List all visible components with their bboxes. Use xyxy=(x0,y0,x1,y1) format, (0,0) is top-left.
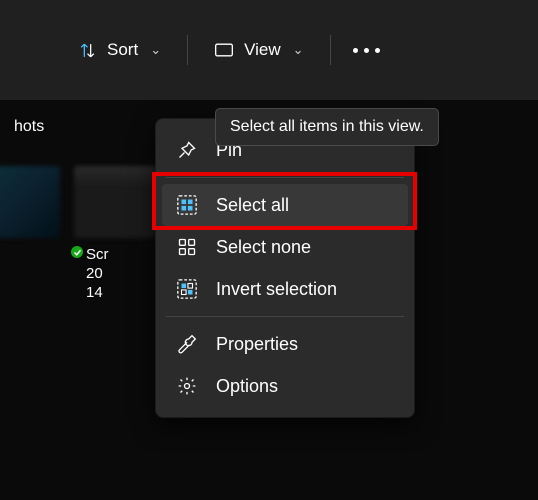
thumbnail-image xyxy=(0,166,60,238)
invert-selection-icon xyxy=(176,278,198,300)
select-none-icon xyxy=(176,236,198,258)
view-icon xyxy=(214,42,234,58)
toolbar-divider xyxy=(330,35,331,65)
toolbar: Sort ⌄ View ⌄ xyxy=(0,0,538,100)
sync-status-icon xyxy=(69,244,85,260)
context-menu: Pin Select all Select none xyxy=(155,118,415,418)
menu-item-select-none[interactable]: Select none xyxy=(162,226,408,268)
thumbnail-image xyxy=(74,166,164,238)
menu-separator xyxy=(166,316,404,317)
menu-separator xyxy=(166,177,404,178)
gear-icon xyxy=(176,375,198,397)
chevron-down-icon: ⌄ xyxy=(150,42,161,58)
more-button[interactable] xyxy=(339,40,394,61)
file-thumbnail[interactable]: Scr 20 14 xyxy=(74,166,164,302)
view-label: View xyxy=(244,40,281,60)
thumbnail-line3: 14 xyxy=(86,284,164,303)
menu-item-invert-selection[interactable]: Invert selection xyxy=(162,268,408,310)
menu-item-label: Properties xyxy=(216,334,298,355)
pin-icon xyxy=(176,139,198,161)
menu-item-label: Options xyxy=(216,376,278,397)
menu-item-properties[interactable]: Properties xyxy=(162,323,408,365)
dot-icon xyxy=(375,48,380,53)
select-all-icon xyxy=(176,194,198,216)
menu-item-select-all[interactable]: Select all xyxy=(162,184,408,226)
toolbar-divider xyxy=(187,35,188,65)
menu-item-label: Select all xyxy=(216,195,289,216)
menu-item-options[interactable]: Options xyxy=(162,365,408,407)
thumbnail-name: Scr xyxy=(86,246,164,265)
wrench-icon xyxy=(176,333,198,355)
thumbnail-date: 3-29 xyxy=(0,265,60,284)
menu-item-label: Select none xyxy=(216,237,311,258)
breadcrumb-segment: hots xyxy=(14,118,44,135)
view-button[interactable]: View ⌄ xyxy=(196,32,321,68)
sort-icon xyxy=(78,41,97,60)
sort-button[interactable]: Sort ⌄ xyxy=(60,32,179,68)
dot-icon xyxy=(364,48,369,53)
sort-label: Sort xyxy=(107,40,138,60)
file-thumbnail[interactable]: hot 3-29 xyxy=(0,166,60,302)
thumbnail-line2: 20 xyxy=(86,265,164,284)
tooltip: Select all items in this view. xyxy=(215,108,439,146)
chevron-down-icon: ⌄ xyxy=(293,42,304,58)
dot-icon xyxy=(353,48,358,53)
thumbnail-name: hot xyxy=(0,246,60,265)
tooltip-text: Select all items in this view. xyxy=(230,118,424,135)
menu-item-label: Invert selection xyxy=(216,279,337,300)
